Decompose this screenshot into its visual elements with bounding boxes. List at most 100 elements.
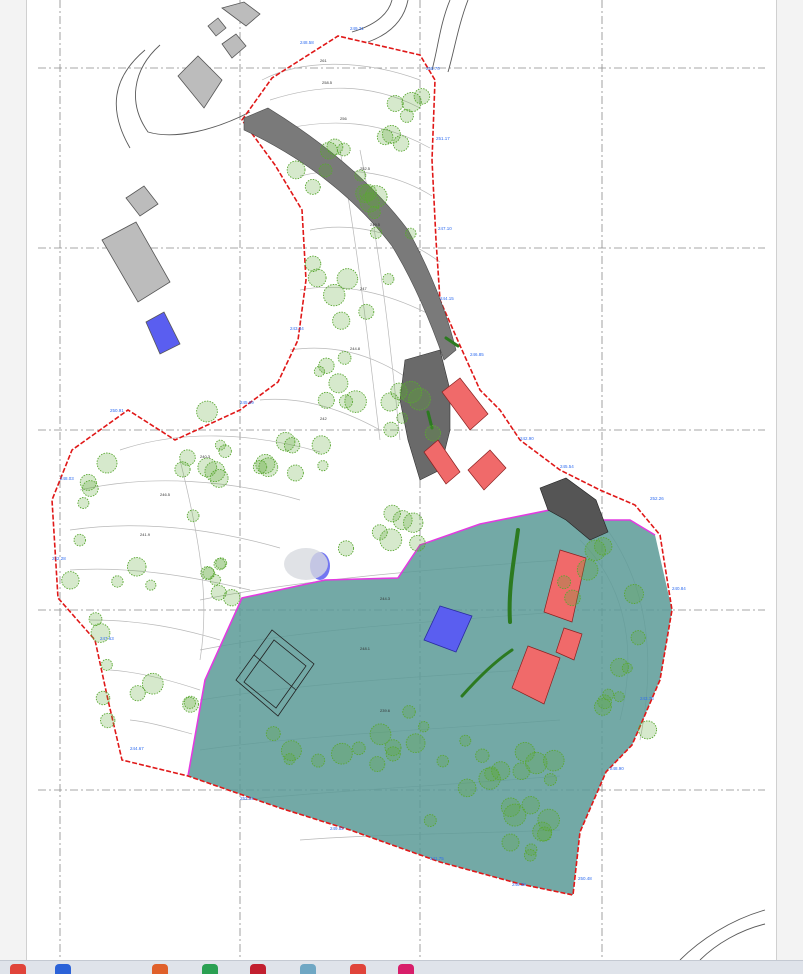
spot-height-label: 255.70	[426, 66, 440, 71]
tree-symbol	[111, 575, 124, 588]
tree-symbol	[81, 480, 99, 497]
tree-symbol	[418, 721, 430, 733]
tree-symbol	[182, 695, 200, 713]
site-plan-drawing[interactable]: 248.58 249.31 255.70 251.17 247.10 244.15 246.…	[0, 0, 803, 960]
spot-height-label: 251.17	[436, 136, 450, 141]
tree-symbol	[95, 690, 111, 706]
contour-label: 244.3	[380, 596, 391, 601]
tree-symbol	[202, 566, 216, 580]
tree-symbol	[359, 192, 380, 213]
tree-symbol	[405, 733, 426, 754]
tree-symbol	[337, 351, 352, 365]
tree-symbol	[404, 227, 417, 240]
spot-height-label: 243.76	[640, 696, 654, 701]
tree-symbol	[323, 283, 346, 307]
contour-label: 261	[320, 58, 327, 63]
tree-symbol	[369, 756, 386, 773]
tree-symbol	[514, 741, 536, 763]
tree-symbol	[204, 461, 226, 483]
contour-label: 241.9	[140, 532, 151, 537]
paved-plaza	[284, 548, 328, 580]
spot-height-label: 252.26	[650, 496, 664, 501]
tree-symbol	[602, 688, 615, 701]
spot-height-label: 246.38	[512, 882, 526, 887]
tree-symbol	[96, 452, 118, 474]
spot-height-label: 248.58	[300, 40, 314, 45]
tree-symbol	[336, 268, 359, 290]
tree-symbol	[358, 303, 375, 320]
tree-symbol	[401, 91, 422, 113]
tree-symbol	[523, 849, 537, 862]
tree-symbol	[275, 431, 296, 452]
tree-symbol	[594, 537, 613, 556]
tree-symbol	[145, 579, 157, 591]
cad-viewport[interactable]: 248.58 249.31 255.70 251.17 247.10 244.15 246.…	[0, 0, 803, 974]
tree-symbol	[594, 698, 612, 716]
tree-symbol	[396, 412, 408, 424]
tree-symbol	[73, 533, 87, 547]
spot-height-label: 244.15	[440, 296, 454, 301]
tree-symbol	[379, 528, 403, 552]
tree-symbol	[213, 557, 226, 571]
tree-symbol	[332, 311, 351, 330]
tree-symbol	[512, 762, 531, 781]
spot-height-label: 241.75	[430, 856, 444, 861]
contour-label: 249.5	[370, 222, 381, 227]
tree-symbol	[399, 380, 423, 404]
tree-symbol	[304, 255, 322, 272]
existing-buildings	[101, 1, 261, 355]
tree-symbol	[402, 705, 416, 719]
spot-height-label: 242.28	[52, 556, 66, 561]
tree-symbol	[286, 464, 304, 482]
tree-symbol	[307, 268, 327, 288]
spot-height-label: 250.48	[578, 876, 592, 881]
tree-symbol	[436, 754, 450, 768]
tree-symbol	[141, 672, 164, 695]
tree-symbol	[624, 584, 644, 604]
tree-symbol	[423, 814, 437, 827]
tree-symbol	[351, 741, 366, 756]
tree-symbol	[557, 575, 572, 590]
tree-symbol	[613, 691, 625, 703]
contour-label: 256	[340, 116, 347, 121]
tree-symbol	[311, 435, 331, 455]
tree-symbol	[369, 723, 392, 746]
tree-symbol	[126, 557, 147, 577]
tree-symbol	[331, 742, 353, 765]
tree-symbol	[354, 169, 367, 182]
tree-symbol	[383, 421, 399, 438]
spot-height-label: 253.04	[240, 796, 254, 801]
contour-label: 246.5	[160, 492, 171, 497]
tree-symbol	[179, 449, 196, 466]
tree-symbol	[100, 712, 116, 729]
contour-label: 242	[320, 416, 327, 421]
tree-symbol	[369, 226, 383, 239]
tree-symbol	[475, 748, 490, 763]
spot-height-label: 240.84	[672, 586, 686, 591]
contour-label: 248.1	[360, 646, 371, 651]
tree-symbol	[77, 497, 90, 509]
spot-height-label: 249.82	[330, 826, 344, 831]
spot-height-label: 250.91	[110, 408, 124, 413]
tree-symbol	[638, 720, 658, 740]
tree-symbol	[386, 95, 404, 112]
tree-symbol	[376, 128, 394, 146]
tree-symbol	[61, 571, 80, 590]
contour-label: 252.5	[360, 166, 371, 171]
spot-height-label: 247.10	[438, 226, 452, 231]
taskbar	[0, 960, 803, 974]
building-center	[467, 449, 507, 491]
tree-symbol	[491, 761, 511, 781]
spot-height-label: 249.31	[350, 26, 364, 31]
spot-height-label: 243.34	[290, 326, 304, 331]
tree-symbol	[320, 141, 338, 160]
tree-symbol	[214, 439, 226, 451]
contour-label: 244.8	[350, 346, 361, 351]
tree-symbol	[337, 540, 355, 557]
tree-symbol	[210, 584, 227, 601]
spot-height-label: 245.54	[560, 464, 574, 469]
tree-symbol	[328, 373, 349, 394]
tree-symbol	[543, 773, 557, 786]
spot-height-label: 247.63	[100, 636, 114, 641]
tree-symbol	[318, 163, 333, 178]
